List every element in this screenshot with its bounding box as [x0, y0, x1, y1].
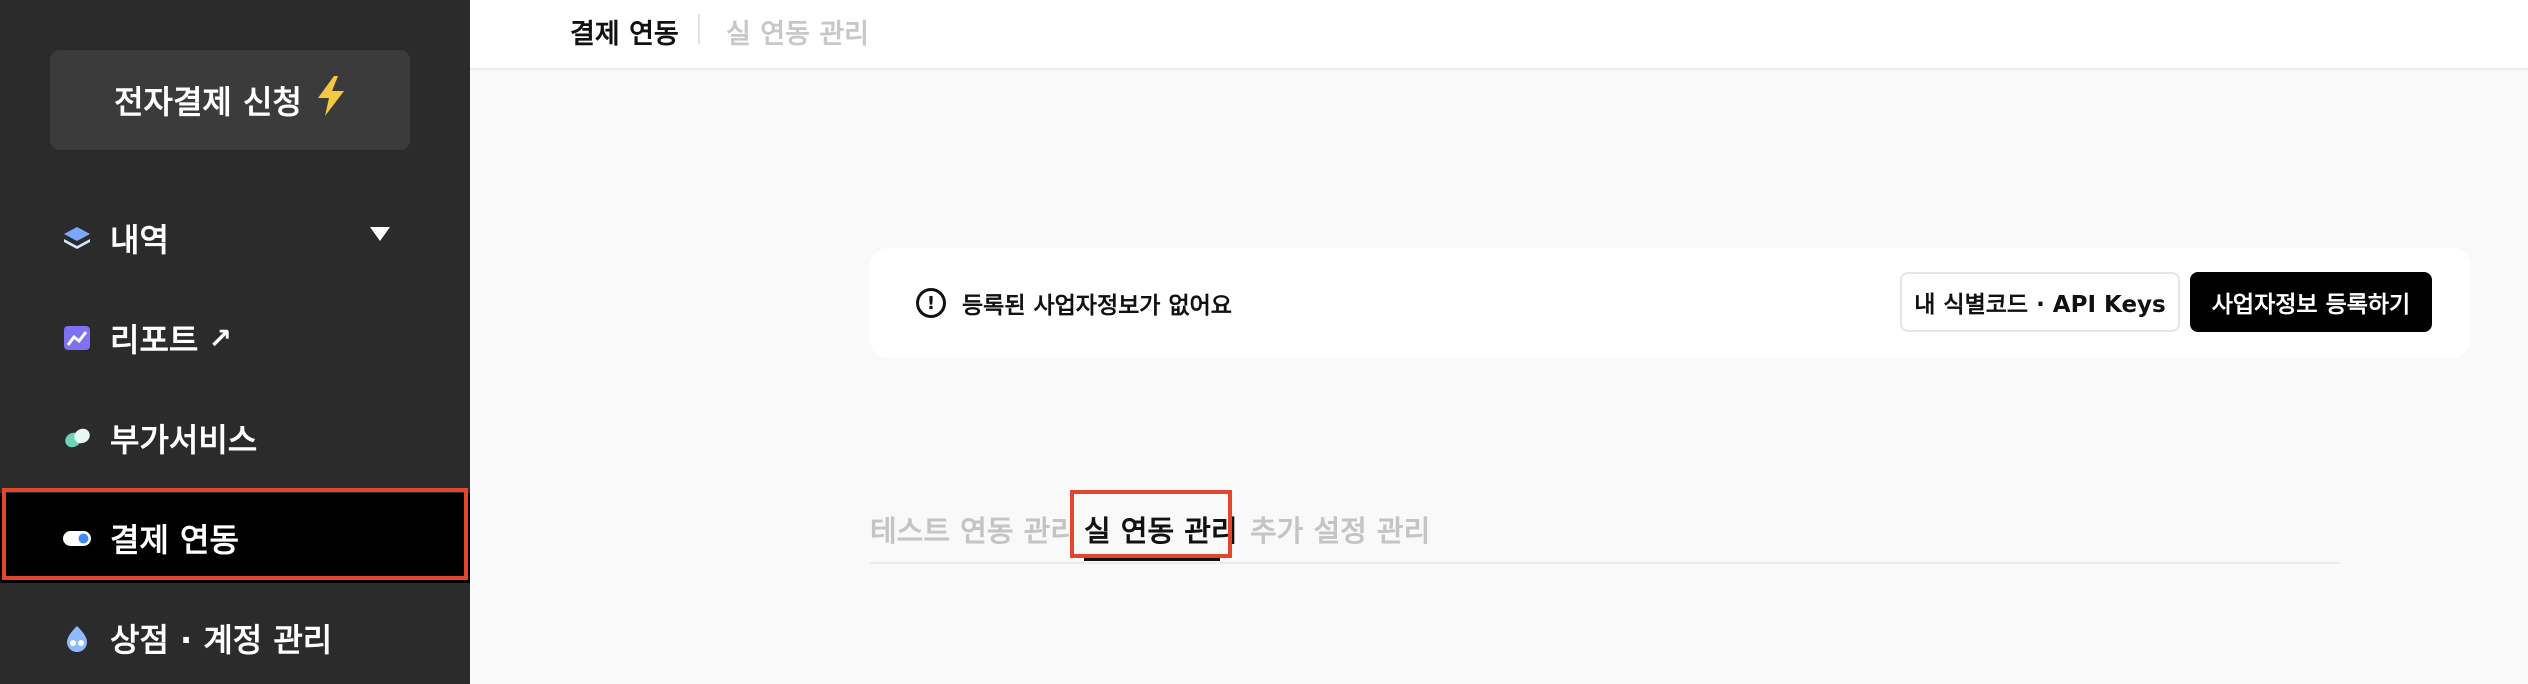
addon-icon	[62, 423, 92, 453]
sidebar-item-report[interactable]: 리포트 ↗	[0, 293, 470, 383]
breadcrumb: 결제 연동 실 연동 관리	[470, 0, 2528, 70]
sidebar-item-label: 부가서비스	[110, 421, 258, 459]
breadcrumb-current[interactable]: 결제 연동	[570, 12, 679, 51]
chart-icon	[62, 323, 92, 353]
sidebar-item-payment-integration[interactable]: 결제 연동	[0, 493, 470, 583]
sidebar-item-label: 리포트	[110, 321, 199, 359]
tab-test-integration[interactable]: 테스트 연동 관리	[870, 508, 1077, 550]
apply-payment-button[interactable]: 전자결제 신청	[50, 50, 410, 150]
sidebar-item-label: 내역	[110, 221, 169, 259]
sidebar-item-store-account[interactable]: 상점 · 계정 관리	[0, 593, 470, 683]
active-tab-indicator	[1084, 556, 1220, 561]
apply-payment-label: 전자결제 신청	[114, 83, 302, 121]
sidebar-item-label: 결제 연동	[110, 521, 239, 559]
external-link-icon: ↗	[208, 321, 232, 355]
info-icon: !	[916, 288, 946, 318]
breadcrumb-next[interactable]: 실 연동 관리	[726, 12, 869, 51]
business-info-notice: ! 등록된 사업자정보가 없어요 내 식별코드 · API Keys 사업자정보…	[870, 248, 2470, 358]
register-business-button[interactable]: 사업자정보 등록하기	[2190, 272, 2432, 332]
chevron-down-icon[interactable]	[370, 227, 390, 241]
layers-icon	[62, 223, 92, 253]
integration-tabs: 테스트 연동 관리 실 연동 관리 추가 설정 관리	[870, 488, 2340, 564]
sidebar-item-history[interactable]: 내역	[0, 193, 470, 283]
toggle-icon	[62, 523, 92, 553]
sidebar: 전자결제 신청 내역 리포트 ↗ 부가서비스 결제 연동 상점 · 계정 관리	[0, 0, 470, 684]
store-icon	[62, 623, 92, 653]
breadcrumb-divider	[698, 14, 700, 44]
sidebar-item-label: 상점 · 계정 관리	[110, 621, 333, 659]
notice-message: 등록된 사업자정보가 없어요	[962, 293, 1232, 319]
api-keys-button[interactable]: 내 식별코드 · API Keys	[1900, 272, 2180, 332]
lightning-icon	[316, 76, 346, 124]
tab-additional-settings[interactable]: 추가 설정 관리	[1250, 508, 1430, 550]
tab-live-integration[interactable]: 실 연동 관리	[1084, 508, 1238, 550]
sidebar-item-addon[interactable]: 부가서비스	[0, 393, 470, 483]
